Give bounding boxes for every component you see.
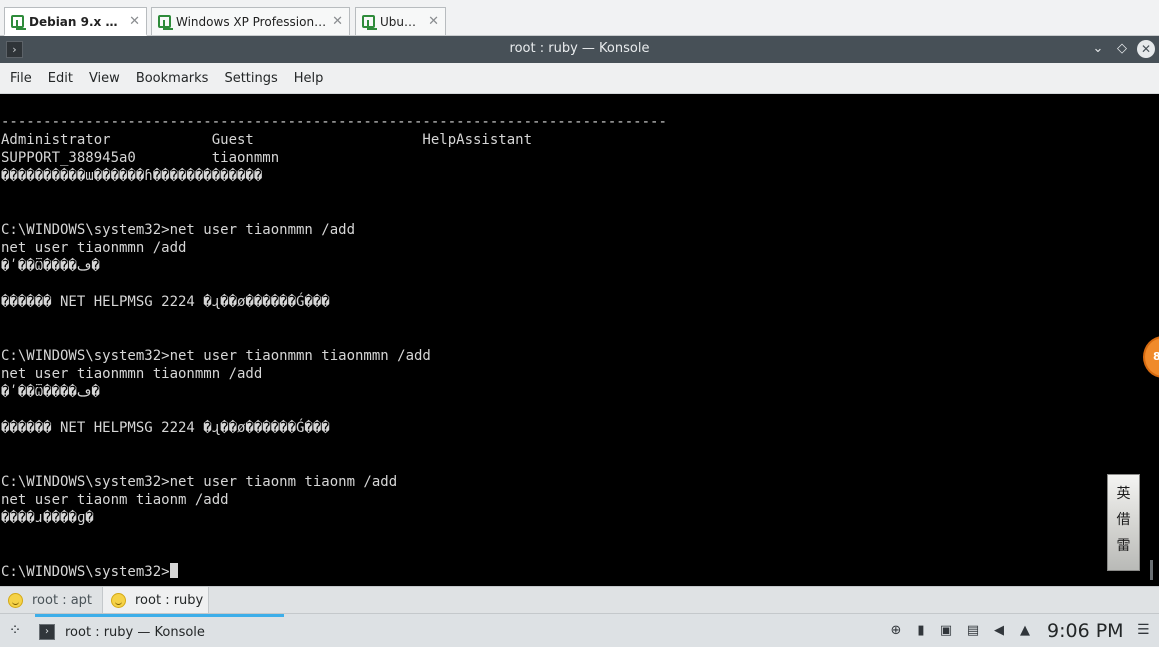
terminal-line: SUPPORT_388945a0 tiaonmmn	[1, 150, 280, 166]
application-launcher-icon[interactable]: ⁘	[6, 621, 24, 639]
vm-tab-strip: Debian 9.x 64 位 ✕ Windows XP Professiona…	[0, 0, 1159, 36]
maximize-icon[interactable]: ◇	[1113, 40, 1131, 58]
session-tab-label: root : apt	[32, 593, 93, 608]
session-smiley-icon	[111, 593, 126, 608]
updates-icon[interactable]: ⊕	[888, 623, 904, 639]
clipboard-icon[interactable]: ▤	[965, 623, 981, 639]
close-icon[interactable]: ✕	[332, 14, 343, 29]
terminal-line: �ʹ��Ѿ����ڡ�	[1, 258, 100, 274]
vm-tab-ubuntu[interactable]: Ubuntu ✕	[355, 7, 446, 35]
terminal-line: net user tiaonmmn /add	[1, 240, 187, 256]
window-titlebar[interactable]: › root : ruby — Konsole ⌄ ◇ ✕	[0, 36, 1159, 63]
session-tab-bar: root : apt root : ruby	[0, 586, 1159, 614]
vm-tab-label: Debian 9.x 64 位	[29, 14, 123, 29]
scrollbar-handle[interactable]	[1150, 560, 1153, 580]
close-icon[interactable]: ✕	[428, 14, 439, 29]
hamburger-menu-icon[interactable]: ☰	[1137, 623, 1151, 637]
menu-view[interactable]: View	[81, 71, 128, 86]
window-title: root : ruby — Konsole	[509, 41, 650, 56]
terminal-line: ----------------------------------------…	[1, 114, 667, 130]
terminal-line: ����ɹ����ɡ�	[1, 510, 94, 526]
taskbar-item-konsole[interactable]: › root : ruby — Konsole	[35, 614, 284, 647]
text-cursor	[169, 563, 178, 578]
terminal-line: C:\WINDOWS\system32>net user tiaonmmn ti…	[1, 348, 431, 364]
close-window-icon[interactable]: ✕	[1137, 40, 1155, 58]
vm-icon	[11, 14, 26, 30]
terminal-line: Administrator Guest HelpAssistant	[1, 132, 533, 148]
usb-icon[interactable]: ▮	[913, 623, 929, 639]
session-tab-ruby[interactable]: root : ruby	[102, 587, 209, 614]
menu-help[interactable]: Help	[286, 71, 332, 86]
vm-icon	[362, 15, 377, 30]
vm-tab-label: Windows XP Professional No P...	[176, 14, 326, 29]
terminal-line: C:\WINDOWS\system32>net user tiaonm tiao…	[1, 474, 398, 490]
terminal-line: �ʹ��Ѿ����ڡ�	[1, 384, 100, 400]
minimize-icon[interactable]: ⌄	[1089, 40, 1107, 58]
terminal-prompt: C:\WINDOWS\system32>	[1, 564, 170, 580]
vm-tab-windows-xp[interactable]: Windows XP Professional No P... ✕	[151, 7, 350, 35]
vm-tab-label: Ubuntu	[380, 14, 423, 29]
konsole-task-icon: ›	[39, 624, 55, 640]
terminal-output[interactable]: ----------------------------------------…	[0, 94, 1159, 586]
volume-muted-icon[interactable]: ◀	[991, 623, 1007, 639]
terminal-line: net user tiaonm tiaonm /add	[1, 492, 229, 508]
tray-expand-icon[interactable]: ▲	[1017, 623, 1033, 639]
vm-icon	[158, 15, 173, 30]
menu-bookmarks[interactable]: Bookmarks	[128, 71, 217, 86]
terminal-line: C:\WINDOWS\system32>net user tiaonmmn /a…	[1, 222, 356, 238]
terminal-line: net user tiaonmmn tiaonmmn /add	[1, 366, 263, 382]
clock[interactable]: 9:06 PM	[1047, 620, 1124, 642]
menu-file[interactable]: File	[2, 71, 40, 86]
menu-edit[interactable]: Edit	[40, 71, 81, 86]
session-smiley-icon	[8, 593, 23, 608]
session-tab-label: root : ruby	[135, 593, 204, 608]
taskbar-item-label: root : ruby — Konsole	[65, 624, 205, 640]
terminal-line: ����������ɯ������ɦ�������������	[1, 168, 263, 184]
menu-settings[interactable]: Settings	[216, 71, 285, 86]
menu-bar: File Edit View Bookmarks Settings Help	[0, 63, 1159, 94]
terminal-line: ������ NET HELPMSG 2224 �ɻ��ø������Ǵ���	[1, 420, 330, 436]
terminal-line: ������ NET HELPMSG 2224 �ɻ��ø������Ǵ���	[1, 294, 330, 310]
taskbar: ⁘ › root : ruby — Konsole ⊕ ▮ ▣ ▤ ◀ ▲ 9:…	[0, 613, 1159, 647]
network-icon[interactable]: ▣	[938, 623, 954, 639]
session-tab-apt[interactable]: root : apt	[0, 587, 102, 614]
vm-tab-debian[interactable]: Debian 9.x 64 位 ✕	[4, 7, 147, 36]
terminal-prompt-line: C:\WINDOWS\system32>	[1, 563, 178, 581]
calligraphy-widget[interactable]: 英 借 雷	[1107, 474, 1140, 571]
close-icon[interactable]: ✕	[129, 14, 140, 29]
